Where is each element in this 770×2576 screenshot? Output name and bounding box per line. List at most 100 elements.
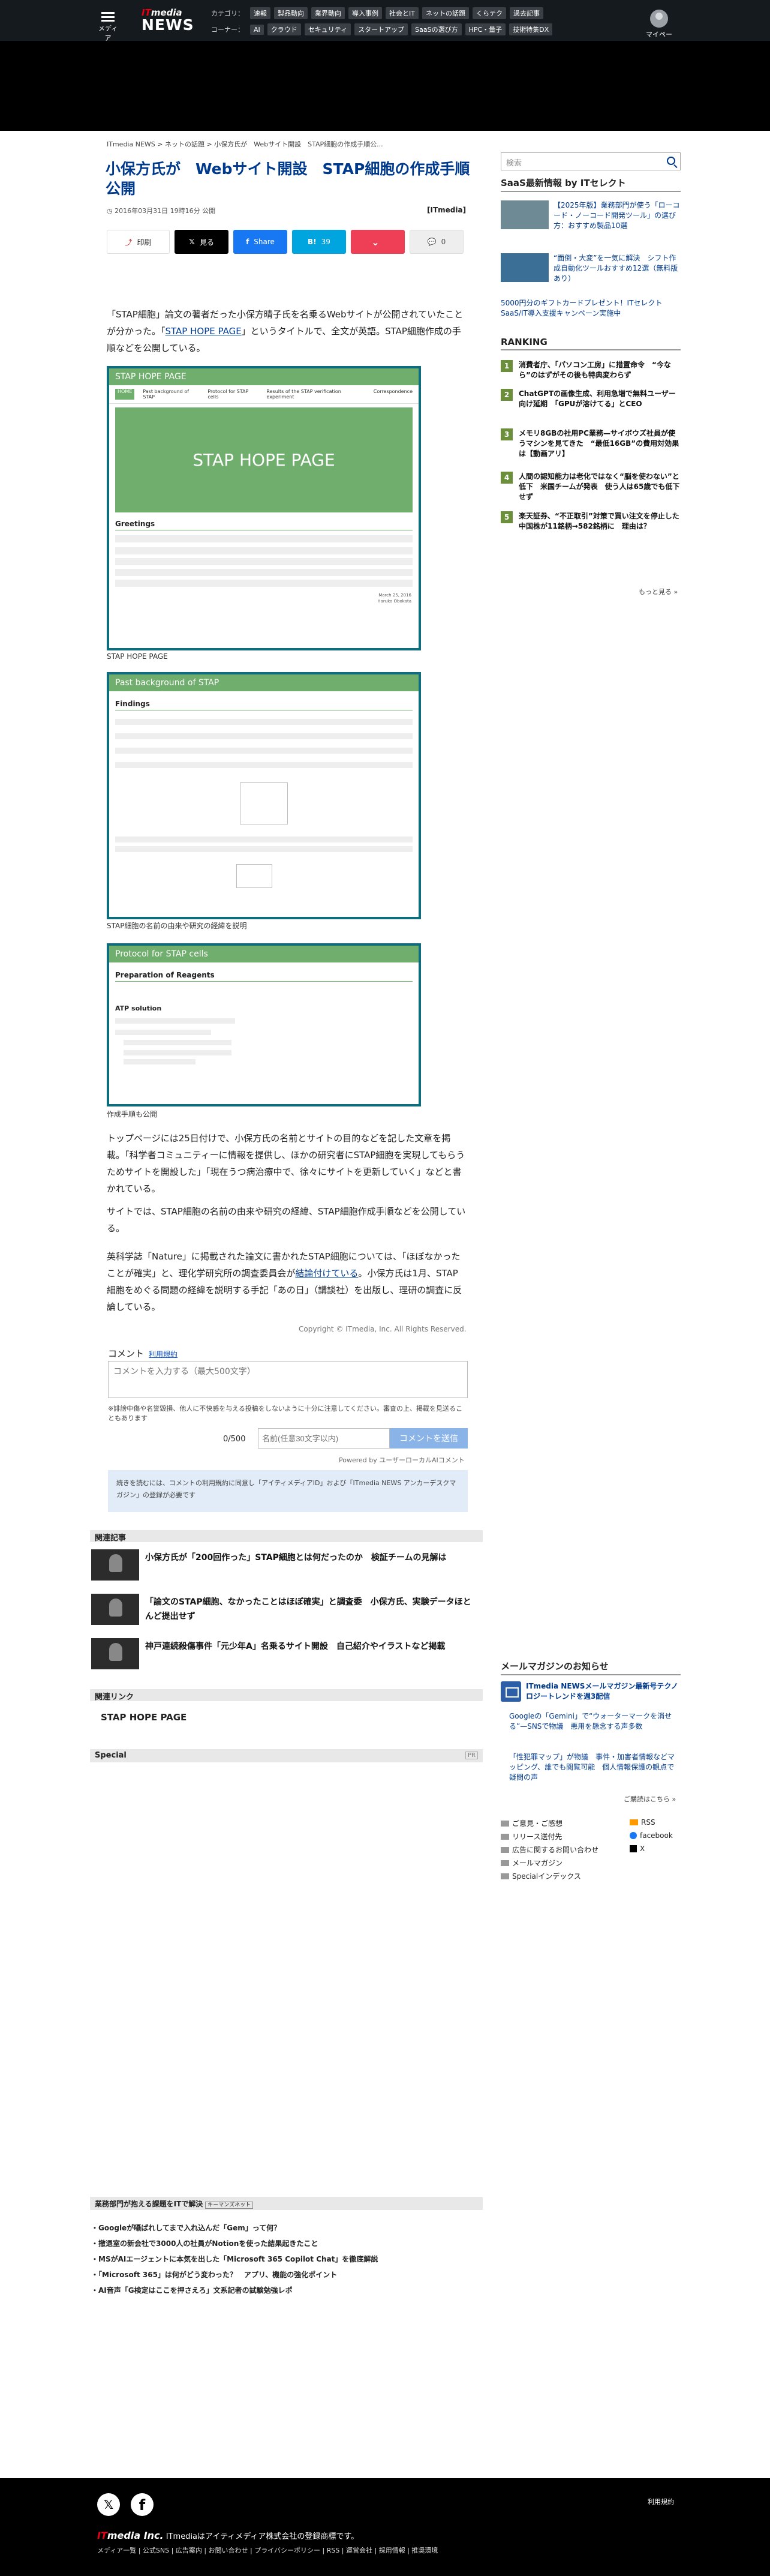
facebook-icon: f bbox=[246, 238, 249, 246]
footer-links[interactable]: メディア一覧 | 公式SNS | 広告案内 | お問い合わせ | プライバシーポ… bbox=[97, 2545, 438, 2555]
fig2-text-line bbox=[115, 846, 413, 852]
search-icon[interactable] bbox=[667, 157, 675, 165]
ranking-item[interactable]: 1 消費者庁、「パソコン工房」に措置命令 “今なら”のはずがその後も特典変わらず bbox=[501, 360, 681, 380]
hatena-bookmark-button[interactable]: B! 39 bbox=[292, 230, 346, 254]
nav-category[interactable]: 導入事例 bbox=[348, 7, 382, 19]
fig1-sign-name: Haruko Obokata bbox=[377, 599, 411, 604]
pr-list-item[interactable]: 撤退室の新会社で3000人の社員がNotionを使った結果起きたこと bbox=[91, 2236, 475, 2251]
nav-corner[interactable]: クラウド bbox=[267, 23, 301, 35]
comment-name-input[interactable] bbox=[258, 1428, 390, 1449]
mail-icon bbox=[501, 1820, 509, 1827]
article-date-text: 2016年03月31日 19時16分 公開 bbox=[115, 207, 216, 215]
print-button[interactable]: ⤴ 印刷 bbox=[107, 230, 170, 254]
comment-textarea[interactable] bbox=[108, 1361, 468, 1398]
figure-caption: STAP HOPE PAGE bbox=[107, 652, 168, 661]
fig1-header: STAP HOPE PAGE bbox=[109, 368, 419, 385]
comment-note: ※誹謗中傷や名誉毀損、他人に不快感を与える投稿をしないように十分に注意してくださ… bbox=[108, 1405, 463, 1422]
search-input[interactable]: 検索 bbox=[501, 152, 681, 170]
fig3-text-line bbox=[115, 1030, 211, 1035]
nav-category[interactable]: ネットの話題 bbox=[422, 7, 469, 19]
pr-list-item[interactable]: 「Microsoft 365」は何がどう変わった？ アプリ、機能の強化ポイント bbox=[91, 2267, 475, 2283]
promo-link[interactable]: 5000円分のギフトカードプレゼント！ITセレクトSaaS/IT導入支援キャンペ… bbox=[501, 298, 681, 319]
fig1-text-line bbox=[115, 547, 413, 554]
share-facebook-button[interactable]: f Share bbox=[233, 230, 287, 254]
saas-heading: SaaS最新情報 by ITセレクト bbox=[501, 176, 681, 192]
special-index-link[interactable]: Specialインデックス bbox=[501, 1871, 581, 1881]
nav-category[interactable]: 製品動向 bbox=[274, 7, 308, 19]
rss-label: RSS bbox=[641, 1818, 655, 1827]
footer-facebook-icon[interactable]: f bbox=[131, 2493, 154, 2516]
ranking-item[interactable]: 3 メモリ8GBの社用PC業務—サイボウズ社員が使うマシンを見てきた “最低16G… bbox=[501, 428, 681, 459]
figure-stap-background[interactable]: Past background of STAP Findings bbox=[107, 672, 421, 919]
search-placeholder: 検索 bbox=[506, 159, 522, 168]
ranking-item[interactable]: 2 ChatGPTの画像生成、利用急増で無料ユーザー向け延期 「GPUが溶けてる」… bbox=[501, 389, 681, 409]
facebook-link[interactable]: facebook bbox=[630, 1831, 673, 1840]
related-article[interactable]: 小保方氏が「200回作った」STAP細胞とは何だったのか 検証チームの見解は bbox=[91, 1549, 475, 1581]
related-article[interactable]: 神戸連続殺傷事件「元少年A」名乗るサイト開設 自己紹介やイラストなど掲載 bbox=[91, 1638, 475, 1669]
ranking-item[interactable]: 5 楽天証券、“不正取引”対策で買い注文を停止した中国株が11銘柄→582銘柄に … bbox=[501, 511, 681, 532]
figure-stap-hope-page[interactable]: STAP HOPE PAGE HOME Past background of S… bbox=[107, 366, 421, 650]
conclusion-link[interactable]: 結論付けている bbox=[295, 1268, 358, 1279]
nav-category[interactable]: 社会とIT bbox=[386, 7, 419, 19]
ranking-title: メモリ8GBの社用PC業務—サイボウズ社員が使うマシンを見てきた “最低16GB… bbox=[519, 429, 679, 458]
ranking-item[interactable]: 4 人間の認知能力は老化ではなく“脳を使わない”と低下 米国チームが発表 使う人は… bbox=[501, 472, 681, 502]
nav-corner[interactable]: スタートアップ bbox=[354, 23, 408, 35]
rss-link[interactable]: RSS bbox=[630, 1818, 655, 1827]
nav-corner[interactable]: AI bbox=[250, 24, 264, 35]
share-bar: ⤴ 印刷 𝕏 見る f Share B! 39 ⌄ 💬 0 bbox=[107, 230, 467, 254]
saas-item[interactable]: “面倒・大変”を一気に解決 シフト作成自動化ツールおすすめ12選（無料版あり） bbox=[501, 253, 681, 284]
comment-submit-button[interactable]: コメントを送信 bbox=[390, 1428, 468, 1449]
ad-inquiry-link[interactable]: 広告に関するお問い合わせ bbox=[501, 1845, 598, 1855]
saas-thumbnail bbox=[501, 253, 549, 282]
ranking-number: 4 bbox=[501, 472, 513, 484]
nav-category[interactable]: 過去記事 bbox=[509, 7, 543, 19]
x-link[interactable]: X bbox=[630, 1845, 645, 1853]
press-release-link[interactable]: リリース送付先 bbox=[501, 1831, 562, 1842]
related-thumbnail bbox=[91, 1638, 139, 1669]
fig1-section: Greetings bbox=[115, 520, 413, 530]
feedback-link[interactable]: ご意見・ご感想 bbox=[501, 1818, 563, 1828]
site-logo[interactable]: ITmedia NEWS bbox=[142, 7, 201, 35]
fig3-subsection: ATP solution bbox=[115, 1004, 162, 1012]
breadcrumb[interactable]: ITmedia NEWS > ネットの話題 > 小保方氏が Webサイト開設 S… bbox=[107, 139, 383, 149]
pr-list-item[interactable]: AI音声「G検定はここを押さえろ」文系記者の試験勉強レポ bbox=[91, 2283, 475, 2298]
nav-category[interactable]: くらテク bbox=[472, 7, 506, 19]
nav-corner[interactable]: 技術特集DX bbox=[509, 23, 553, 35]
comment-terms-link[interactable]: 利用規約 bbox=[149, 1350, 178, 1359]
nav-corner[interactable]: SaaSの選び方 bbox=[411, 23, 462, 35]
menu-button[interactable]: メディア bbox=[96, 12, 120, 43]
nav-category[interactable]: 速報 bbox=[250, 7, 270, 19]
pr-list-item[interactable]: Googleが囁ばれしてまで入れ込んだ「Gem」って何？ bbox=[91, 2220, 475, 2236]
pocket-button[interactable]: ⌄ bbox=[351, 230, 405, 254]
pr-list-item[interactable]: MSがAIエージェントに本気を出した「Microsoft 365 Copilot… bbox=[91, 2251, 475, 2267]
nav-category[interactable]: 業界動向 bbox=[311, 7, 345, 19]
related-article[interactable]: 「論文のSTAP細胞、なかったことはほぼ確実」と調査委 小保方氏、実験データほと… bbox=[91, 1594, 475, 1625]
footer-x-icon[interactable]: 𝕏 bbox=[97, 2493, 120, 2516]
share-facebook-label: Share bbox=[254, 238, 275, 246]
fig1-text-line bbox=[115, 535, 413, 542]
comment-heading: コメント 利用規約 bbox=[108, 1347, 178, 1360]
comment-count-button[interactable]: 💬 0 bbox=[410, 230, 464, 254]
related-article-title: 神戸連続殺傷事件「元少年A」名乗るサイト開設 自己紹介やイラストなど掲載 bbox=[145, 1642, 446, 1651]
stap-hope-page-link[interactable]: STAP HOPE PAGE bbox=[166, 326, 242, 337]
share-x-button[interactable]: 𝕏 見る bbox=[175, 230, 228, 254]
mailmagazine-link[interactable]: メールマガジン bbox=[501, 1858, 563, 1868]
mail-icon bbox=[501, 1860, 509, 1866]
mailmagazine-item[interactable]: Googleの「Gemini」で“ウォーターマークを消せる”—SNSで物議 悪用… bbox=[509, 1711, 680, 1732]
fig2-image bbox=[236, 864, 272, 888]
related-link-stap-hope-page[interactable]: STAP HOPE PAGE bbox=[101, 1712, 187, 1723]
ranking-number: 2 bbox=[501, 389, 513, 401]
user-icon bbox=[650, 10, 668, 28]
nav-corner[interactable]: HPC・量子 bbox=[465, 23, 506, 35]
figure-stap-protocol[interactable]: Protocol for STAP cells Preparation of R… bbox=[107, 943, 421, 1106]
fig1-text-line bbox=[115, 569, 413, 576]
mailmagazine-item[interactable]: 「性犯罪マップ」が物議 事件・加害者情報などマッピング、誰でも閲覧可能 個人情報… bbox=[509, 1752, 680, 1783]
saas-item[interactable]: 【2025年版】業務部門が使う「ローコード・ノーコード開発ツール」の選び方：おす… bbox=[501, 200, 681, 231]
footer-terms-link[interactable]: 利用規約 bbox=[648, 2497, 674, 2506]
mailmagazine-more-link[interactable]: ご購読はこちら » bbox=[624, 1794, 676, 1804]
special-heading-text: Special bbox=[95, 1751, 127, 1760]
saas-item-title: 【2025年版】業務部門が使う「ローコード・ノーコード開発ツール」の選び方：おす… bbox=[554, 201, 680, 230]
nav-corner[interactable]: セキュリティ bbox=[304, 23, 351, 35]
ranking-more-link[interactable]: もっと見る » bbox=[639, 587, 678, 596]
copyright: Copyright © ITmedia, Inc. All Rights Res… bbox=[299, 1325, 467, 1333]
